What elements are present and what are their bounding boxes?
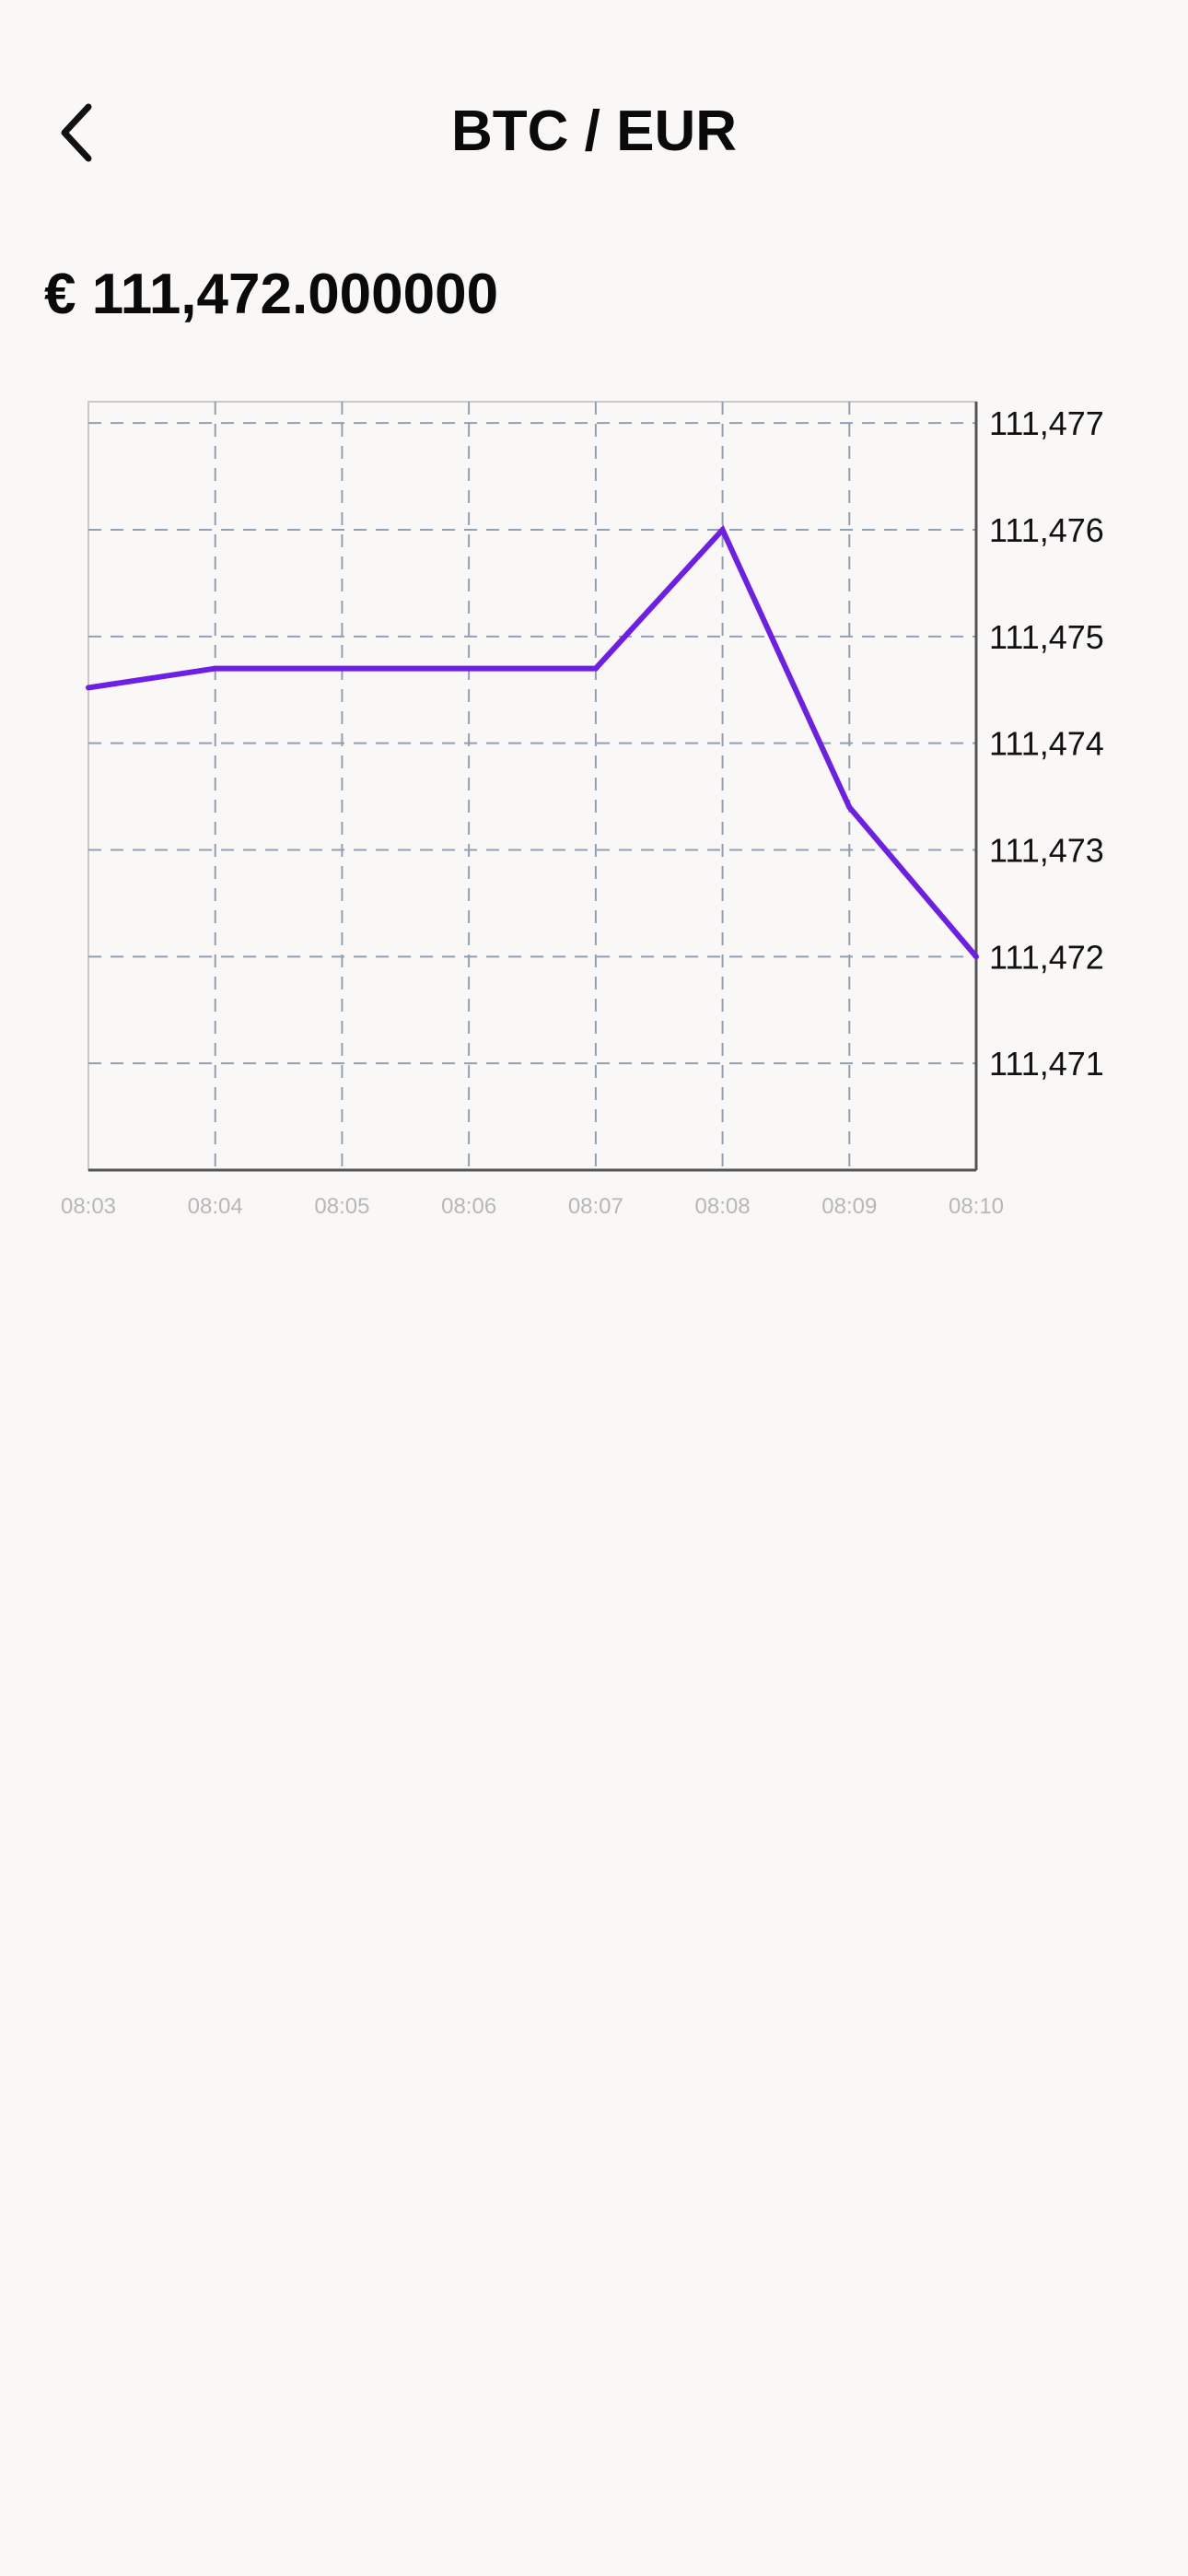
plot-frame [87,401,977,1171]
y-tick-label: 111,472 [989,938,1104,976]
x-tick-label: 08:09 [821,1194,877,1219]
x-tick-label: 08:10 [949,1194,1004,1219]
y-tick-label: 111,474 [989,725,1104,763]
x-tick-label: 08:05 [314,1194,369,1219]
y-tick-label: 111,477 [989,404,1104,442]
y-tick-label: 111,476 [989,511,1104,549]
x-tick-label: 08:08 [695,1194,751,1219]
y-tick-label: 111,471 [989,1045,1104,1083]
data-point [212,665,218,672]
price-chart: 111,471 111,472 111,473 111,474 111,475 111,4… [61,401,1104,1219]
data-point [466,665,472,672]
data-point [339,665,345,672]
data-point [846,804,853,811]
x-tick-label: 08:04 [188,1194,243,1219]
data-point [719,527,726,533]
data-point [973,954,979,960]
x-tick-label: 08:07 [568,1194,623,1219]
data-point [86,685,91,691]
data-point [592,665,599,672]
y-tick-label: 111,475 [989,618,1104,656]
x-tick-label: 08:03 [61,1194,116,1219]
x-tick-label: 08:06 [441,1194,496,1219]
screen: BTC / EUR € 111,472.000000 111,471 111,47… [0,0,1188,2576]
y-tick-label: 111,473 [989,832,1104,870]
